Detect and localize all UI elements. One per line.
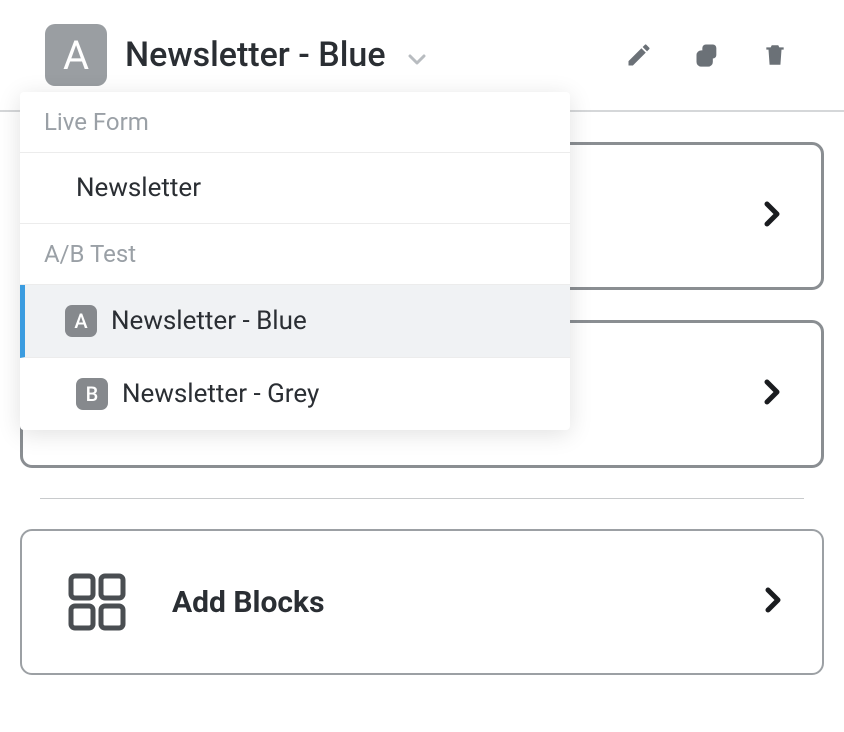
card-title: Add Blocks: [172, 585, 724, 620]
dropdown-section-ab-test: A/B Test: [20, 224, 570, 285]
variant-badge-a: A: [65, 305, 97, 337]
variant-badge: A: [45, 24, 107, 86]
dropdown-item-label: Newsletter - Blue: [111, 306, 307, 336]
chevron-right-icon: [764, 586, 782, 618]
duplicate-button[interactable]: [693, 41, 721, 69]
edit-button[interactable]: [625, 41, 653, 69]
card-body: Add Blocks: [172, 585, 724, 620]
caret-down-icon: [408, 54, 426, 66]
variant-badge-b: B: [76, 378, 108, 410]
dropdown-section-live-form: Live Form: [20, 92, 570, 153]
section-divider: [40, 498, 804, 499]
page-title-dropdown-trigger[interactable]: Newsletter - Blue: [125, 35, 625, 75]
header-actions: [625, 41, 789, 69]
page-title-text: Newsletter - Blue: [125, 35, 386, 75]
dropdown-item-label: Newsletter - Grey: [122, 379, 319, 409]
card-add-blocks[interactable]: Add Blocks: [20, 529, 824, 675]
dropdown-item-variant-a[interactable]: A Newsletter - Blue: [20, 285, 570, 358]
chevron-right-icon: [763, 200, 781, 232]
dropdown-item-label: Newsletter: [76, 173, 201, 203]
blocks-grid-icon: [62, 567, 132, 637]
chevron-right-icon: [763, 378, 781, 410]
dropdown-item-variant-b[interactable]: B Newsletter - Grey: [20, 358, 570, 430]
dropdown-item-newsletter[interactable]: Newsletter: [20, 153, 570, 224]
variant-dropdown: Live Form Newsletter A/B Test A Newslett…: [20, 92, 570, 430]
delete-button[interactable]: [761, 41, 789, 69]
